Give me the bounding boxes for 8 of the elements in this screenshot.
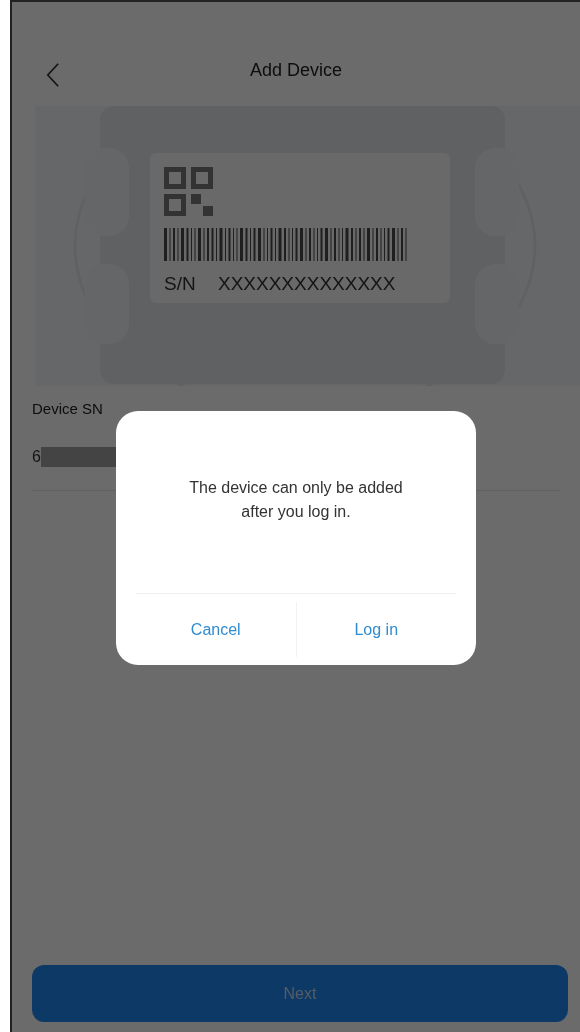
serial-number-text: S/N XXXXXXXXXXXXXX bbox=[164, 273, 396, 294]
field-label: Device SN bbox=[32, 399, 104, 419]
serial-number-value: 6 bbox=[32, 447, 41, 467]
back-icon[interactable] bbox=[46, 62, 60, 88]
dialog-button[interactable]: Log in bbox=[296, 594, 456, 665]
dialog-button[interactable]: Cancel bbox=[136, 594, 296, 665]
dialog-message: The device can only be added after you log in. bbox=[188, 477, 404, 522]
page-title: Add Device bbox=[249, 58, 343, 82]
